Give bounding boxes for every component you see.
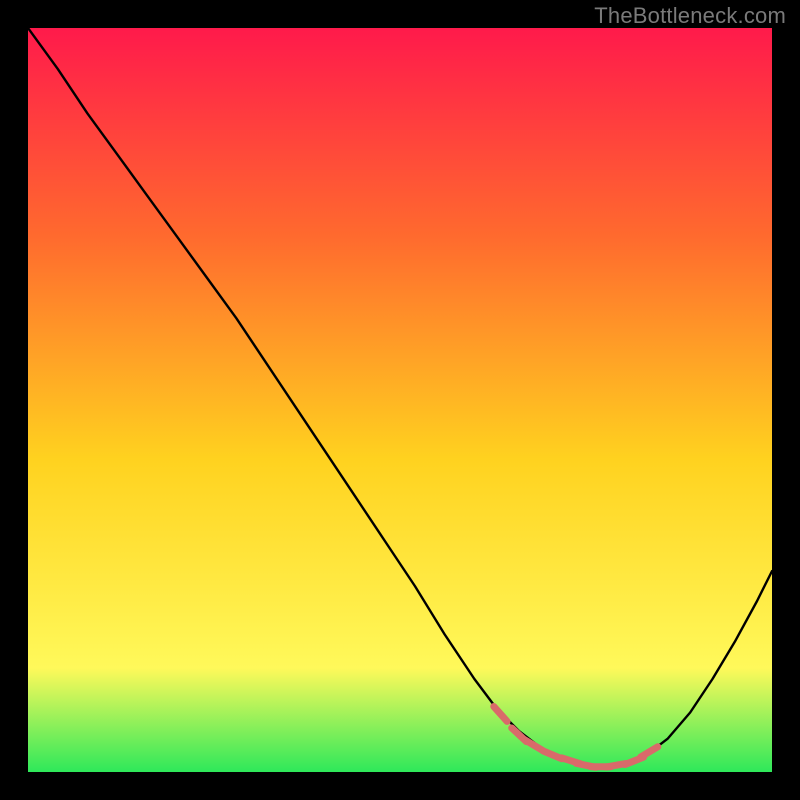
gradient-background — [28, 28, 772, 772]
bottleneck-chart — [28, 28, 772, 772]
watermark-text: TheBottleneck.com — [594, 3, 786, 29]
plot-area — [28, 28, 772, 772]
chart-frame: TheBottleneck.com — [0, 0, 800, 800]
